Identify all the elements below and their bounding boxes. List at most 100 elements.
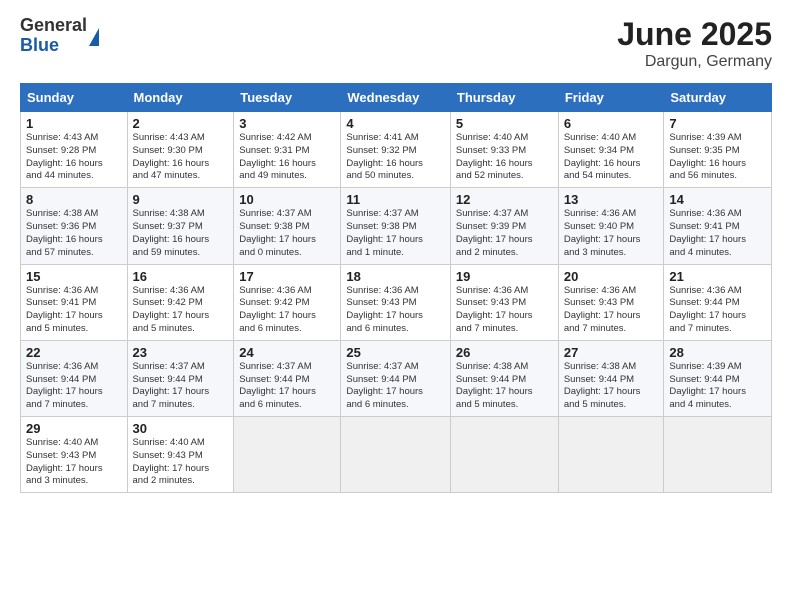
day-number: 7 <box>669 116 766 131</box>
day-info: Sunrise: 4:36 AMSunset: 9:44 PMDaylight:… <box>26 361 122 412</box>
day-info: Sunrise: 4:41 AMSunset: 9:32 PMDaylight:… <box>346 132 445 183</box>
day-info: Sunrise: 4:40 AMSunset: 9:34 PMDaylight:… <box>564 132 659 183</box>
day-info: Sunrise: 4:36 AMSunset: 9:42 PMDaylight:… <box>133 285 229 336</box>
day-info: Sunrise: 4:39 AMSunset: 9:44 PMDaylight:… <box>669 361 766 412</box>
day-number: 17 <box>239 269 335 284</box>
table-row: 23Sunrise: 4:37 AMSunset: 9:44 PMDayligh… <box>127 340 234 416</box>
day-info: Sunrise: 4:43 AMSunset: 9:30 PMDaylight:… <box>133 132 229 183</box>
calendar-table: Sunday Monday Tuesday Wednesday Thursday… <box>20 83 772 493</box>
day-info: Sunrise: 4:37 AMSunset: 9:44 PMDaylight:… <box>239 361 335 412</box>
day-number: 10 <box>239 192 335 207</box>
day-number: 3 <box>239 116 335 131</box>
day-info: Sunrise: 4:36 AMSunset: 9:44 PMDaylight:… <box>669 285 766 336</box>
calendar-week-row: 15Sunrise: 4:36 AMSunset: 9:41 PMDayligh… <box>21 264 772 340</box>
day-info: Sunrise: 4:43 AMSunset: 9:28 PMDaylight:… <box>26 132 122 183</box>
calendar-week-row: 29Sunrise: 4:40 AMSunset: 9:43 PMDayligh… <box>21 417 772 493</box>
col-saturday: Saturday <box>664 84 772 112</box>
header: General Blue June 2025 Dargun, Germany <box>20 16 772 71</box>
day-number: 22 <box>26 345 122 360</box>
day-number: 25 <box>346 345 445 360</box>
day-info: Sunrise: 4:40 AMSunset: 9:33 PMDaylight:… <box>456 132 553 183</box>
col-sunday: Sunday <box>21 84 128 112</box>
day-info: Sunrise: 4:37 AMSunset: 9:39 PMDaylight:… <box>456 208 553 259</box>
calendar-title: June 2025 <box>617 16 772 53</box>
table-row: 1Sunrise: 4:43 AMSunset: 9:28 PMDaylight… <box>21 112 128 188</box>
day-number: 12 <box>456 192 553 207</box>
table-row: 18Sunrise: 4:36 AMSunset: 9:43 PMDayligh… <box>341 264 451 340</box>
day-number: 30 <box>133 421 229 436</box>
col-friday: Friday <box>558 84 664 112</box>
day-info: Sunrise: 4:40 AMSunset: 9:43 PMDaylight:… <box>133 437 229 488</box>
day-info: Sunrise: 4:38 AMSunset: 9:44 PMDaylight:… <box>564 361 659 412</box>
day-info: Sunrise: 4:38 AMSunset: 9:44 PMDaylight:… <box>456 361 553 412</box>
table-row: 2Sunrise: 4:43 AMSunset: 9:30 PMDaylight… <box>127 112 234 188</box>
table-row: 14Sunrise: 4:36 AMSunset: 9:41 PMDayligh… <box>664 188 772 264</box>
table-row: 5Sunrise: 4:40 AMSunset: 9:33 PMDaylight… <box>450 112 558 188</box>
day-number: 2 <box>133 116 229 131</box>
table-row: 9Sunrise: 4:38 AMSunset: 9:37 PMDaylight… <box>127 188 234 264</box>
table-row <box>341 417 451 493</box>
day-info: Sunrise: 4:38 AMSunset: 9:36 PMDaylight:… <box>26 208 122 259</box>
table-row: 26Sunrise: 4:38 AMSunset: 9:44 PMDayligh… <box>450 340 558 416</box>
calendar-week-row: 8Sunrise: 4:38 AMSunset: 9:36 PMDaylight… <box>21 188 772 264</box>
day-number: 27 <box>564 345 659 360</box>
table-row <box>664 417 772 493</box>
table-row: 15Sunrise: 4:36 AMSunset: 9:41 PMDayligh… <box>21 264 128 340</box>
day-number: 14 <box>669 192 766 207</box>
table-row: 25Sunrise: 4:37 AMSunset: 9:44 PMDayligh… <box>341 340 451 416</box>
table-row: 20Sunrise: 4:36 AMSunset: 9:43 PMDayligh… <box>558 264 664 340</box>
day-info: Sunrise: 4:36 AMSunset: 9:43 PMDaylight:… <box>564 285 659 336</box>
day-number: 19 <box>456 269 553 284</box>
day-number: 26 <box>456 345 553 360</box>
day-info: Sunrise: 4:38 AMSunset: 9:37 PMDaylight:… <box>133 208 229 259</box>
day-number: 5 <box>456 116 553 131</box>
table-row: 27Sunrise: 4:38 AMSunset: 9:44 PMDayligh… <box>558 340 664 416</box>
page: General Blue June 2025 Dargun, Germany S… <box>0 0 792 612</box>
day-info: Sunrise: 4:37 AMSunset: 9:44 PMDaylight:… <box>133 361 229 412</box>
day-number: 11 <box>346 192 445 207</box>
table-row: 3Sunrise: 4:42 AMSunset: 9:31 PMDaylight… <box>234 112 341 188</box>
day-number: 1 <box>26 116 122 131</box>
day-info: Sunrise: 4:36 AMSunset: 9:42 PMDaylight:… <box>239 285 335 336</box>
day-number: 20 <box>564 269 659 284</box>
table-row: 7Sunrise: 4:39 AMSunset: 9:35 PMDaylight… <box>664 112 772 188</box>
table-row: 8Sunrise: 4:38 AMSunset: 9:36 PMDaylight… <box>21 188 128 264</box>
table-row: 28Sunrise: 4:39 AMSunset: 9:44 PMDayligh… <box>664 340 772 416</box>
day-number: 13 <box>564 192 659 207</box>
table-row: 4Sunrise: 4:41 AMSunset: 9:32 PMDaylight… <box>341 112 451 188</box>
day-info: Sunrise: 4:40 AMSunset: 9:43 PMDaylight:… <box>26 437 122 488</box>
col-thursday: Thursday <box>450 84 558 112</box>
calendar-week-row: 22Sunrise: 4:36 AMSunset: 9:44 PMDayligh… <box>21 340 772 416</box>
calendar-subtitle: Dargun, Germany <box>617 53 772 71</box>
table-row: 17Sunrise: 4:36 AMSunset: 9:42 PMDayligh… <box>234 264 341 340</box>
table-row: 24Sunrise: 4:37 AMSunset: 9:44 PMDayligh… <box>234 340 341 416</box>
day-number: 23 <box>133 345 229 360</box>
day-info: Sunrise: 4:37 AMSunset: 9:38 PMDaylight:… <box>346 208 445 259</box>
day-info: Sunrise: 4:36 AMSunset: 9:41 PMDaylight:… <box>669 208 766 259</box>
table-row <box>558 417 664 493</box>
calendar-body: 1Sunrise: 4:43 AMSunset: 9:28 PMDaylight… <box>21 112 772 493</box>
table-row: 11Sunrise: 4:37 AMSunset: 9:38 PMDayligh… <box>341 188 451 264</box>
calendar-header-row: Sunday Monday Tuesday Wednesday Thursday… <box>21 84 772 112</box>
day-info: Sunrise: 4:39 AMSunset: 9:35 PMDaylight:… <box>669 132 766 183</box>
logo-general: General Blue <box>20 16 87 56</box>
table-row: 29Sunrise: 4:40 AMSunset: 9:43 PMDayligh… <box>21 417 128 493</box>
day-info: Sunrise: 4:36 AMSunset: 9:40 PMDaylight:… <box>564 208 659 259</box>
day-number: 8 <box>26 192 122 207</box>
logo: General Blue <box>20 16 99 56</box>
table-row: 22Sunrise: 4:36 AMSunset: 9:44 PMDayligh… <box>21 340 128 416</box>
table-row <box>450 417 558 493</box>
table-row: 16Sunrise: 4:36 AMSunset: 9:42 PMDayligh… <box>127 264 234 340</box>
day-number: 9 <box>133 192 229 207</box>
table-row: 10Sunrise: 4:37 AMSunset: 9:38 PMDayligh… <box>234 188 341 264</box>
day-info: Sunrise: 4:36 AMSunset: 9:41 PMDaylight:… <box>26 285 122 336</box>
calendar-week-row: 1Sunrise: 4:43 AMSunset: 9:28 PMDaylight… <box>21 112 772 188</box>
col-monday: Monday <box>127 84 234 112</box>
day-number: 4 <box>346 116 445 131</box>
day-number: 16 <box>133 269 229 284</box>
table-row: 19Sunrise: 4:36 AMSunset: 9:43 PMDayligh… <box>450 264 558 340</box>
day-info: Sunrise: 4:36 AMSunset: 9:43 PMDaylight:… <box>456 285 553 336</box>
table-row: 6Sunrise: 4:40 AMSunset: 9:34 PMDaylight… <box>558 112 664 188</box>
day-info: Sunrise: 4:42 AMSunset: 9:31 PMDaylight:… <box>239 132 335 183</box>
day-number: 6 <box>564 116 659 131</box>
